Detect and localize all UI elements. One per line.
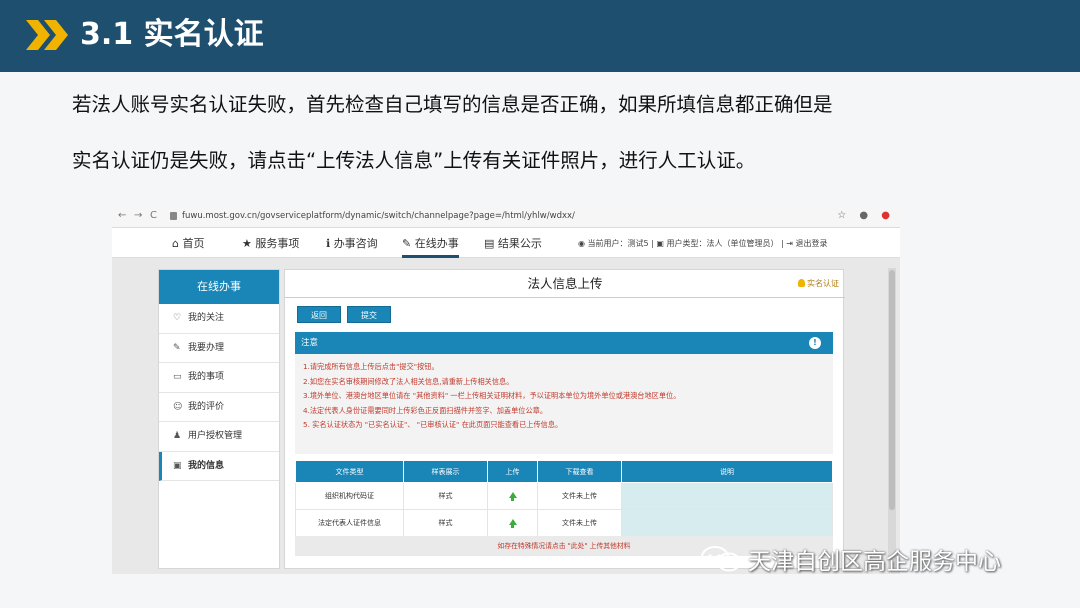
address-bar: ← → C fuwu.most.gov.cn/govserviceplatfor… <box>112 206 900 228</box>
info-circle-icon[interactable]: ! <box>809 337 821 349</box>
home-icon: ⌂ <box>172 237 179 250</box>
file-type-cell: 组织机构代码证 <box>295 482 404 510</box>
sidebar-header: 在线办事 <box>159 270 279 304</box>
close-icon[interactable]: ● <box>881 210 890 221</box>
sample-link[interactable]: 样式 <box>403 509 488 537</box>
notice-body: 1.请完成所有信息上传后点击"提交"按钮。 2.如您在实名审核期间修改了法人相关… <box>295 354 833 454</box>
upload-arrow-icon[interactable] <box>508 492 517 501</box>
documents-table: 文件类型 样表展示 上传 下载查看 说明 组织机构代码证 样式 文件未上传 法定… <box>295 460 833 537</box>
url-text[interactable]: fuwu.most.gov.cn/govserviceplatform/dyna… <box>182 211 575 221</box>
submit-button[interactable]: 提交 <box>347 306 391 323</box>
lightbulb-icon <box>798 279 805 287</box>
nav-item-online[interactable]: ✎ 在线办事 <box>402 235 459 258</box>
watermark-text: 天津自创区高企服务中心 <box>748 549 1001 575</box>
note-cell <box>621 482 833 510</box>
nav-item-services[interactable]: ★ 服务事项 <box>242 235 299 251</box>
note-cell <box>621 509 833 537</box>
site-nav: ⌂ 首页 ★ 服务事项 ℹ 办事咨询 ✎ 在线办事 ▤ 结果公示 ◉ 当前用户：… <box>112 228 900 258</box>
instruction-line-1: 若法人账号实名认证失败，首先检查自己填写的信息是否正确，如果所填信息都正确但是 <box>72 93 833 116</box>
book-icon: ▤ <box>484 237 495 250</box>
notice-line: 2.如您在实名审核期间修改了法人相关信息,请重新上传相关信息。 <box>303 376 514 386</box>
forward-icon[interactable]: → <box>134 210 142 221</box>
heart-icon: ♡ <box>173 313 182 323</box>
sidebar: 在线办事 ♡ 我的关注 ✎ 我要办理 ▭ 我的事项 ☺ 我的评价 ♟ 用户授权管理 ▣ 我的… <box>158 269 280 569</box>
star-icon: ★ <box>242 237 252 250</box>
scrollbar[interactable] <box>888 268 896 568</box>
notice-line: 5. 实名认证状态为 "已实名认证"、 "已审核认证" 在此页面只能查看已上传信… <box>303 420 563 429</box>
nav-item-consult[interactable]: ℹ 办事咨询 <box>326 235 378 251</box>
sidebar-item-matters[interactable]: ▭ 我的事项 <box>159 363 279 393</box>
file-type-cell: 法定代表人证件信息 <box>295 509 404 537</box>
notice-line: 3.境外单位、港澳台地区单位请在 "其他资料" 一栏上传相关证明材料，予以证明本… <box>303 391 681 400</box>
download-status: 文件未上传 <box>537 482 622 510</box>
back-button[interactable]: 返回 <box>297 306 341 323</box>
info-icon: ℹ <box>326 237 331 250</box>
upload-arrow-icon[interactable] <box>508 519 517 528</box>
download-status: 文件未上传 <box>537 509 622 537</box>
notice-line: 4.法定代表人身份证需要同时上传彩色正反面扫描件并签字、加盖单位公章。 <box>303 405 548 415</box>
page-area: 在线办事 ♡ 我的关注 ✎ 我要办理 ▭ 我的事项 ☺ 我的评价 ♟ 用户授权管理 ▣ 我的… <box>112 258 900 574</box>
breadcrumb[interactable]: 实名认证 <box>798 278 839 289</box>
back-icon[interactable]: ← <box>118 210 126 221</box>
bookmark-star-icon[interactable]: ☆ <box>837 210 846 221</box>
id-card-icon: ▣ <box>173 460 182 471</box>
column-header: 样表展示 <box>403 460 488 483</box>
browser-window: ← → C fuwu.most.gov.cn/govserviceplatfor… <box>112 206 900 574</box>
page-title: 法人信息上传 <box>285 270 845 298</box>
user-info[interactable]: ◉ 当前用户：测试5 | ▣ 用户类型：法人（单位管理员） | ⇥ 退出登录 <box>578 238 828 249</box>
instruction-line-2: 实名认证仍是失败，请点击“上传法人信息”上传有关证件照片，进行人工认证。 <box>72 149 756 172</box>
column-header: 下载查看 <box>537 460 622 483</box>
user-add-icon: ♟ <box>173 431 182 441</box>
profile-icon[interactable]: ● <box>859 210 868 221</box>
main-panel: 法人信息上传 实名认证 返回 提交 注意 ! 1.请完成所有信息上传后点击"提交… <box>284 269 845 569</box>
double-chevron-icon <box>26 20 68 50</box>
wrench-icon: ✎ <box>173 342 181 353</box>
sidebar-item-my-info[interactable]: ▣ 我的信息 <box>159 451 279 481</box>
pencil-icon: ✎ <box>402 237 412 250</box>
sidebar-item-handle[interactable]: ✎ 我要办理 <box>159 334 279 363</box>
column-header: 上传 <box>487 460 538 483</box>
folder-icon: ▭ <box>173 372 182 382</box>
upload-cell[interactable] <box>487 482 538 510</box>
nav-item-home[interactable]: ⌂ 首页 <box>172 235 204 251</box>
nav-item-results[interactable]: ▤ 结果公示 <box>484 235 542 251</box>
sidebar-item-follow[interactable]: ♡ 我的关注 <box>159 304 279 334</box>
smile-icon: ☺ <box>173 401 183 412</box>
sidebar-item-auth[interactable]: ♟ 用户授权管理 <box>159 422 279 452</box>
slide-title: 3.1 实名认证 <box>80 17 264 52</box>
column-header: 说明 <box>621 460 833 483</box>
upload-cell[interactable] <box>487 509 538 537</box>
table-row: 组织机构代码证 样式 文件未上传 <box>295 482 833 510</box>
reload-icon[interactable]: C <box>150 210 157 221</box>
column-header: 文件类型 <box>295 460 404 483</box>
scrollbar-thumb[interactable] <box>889 270 895 510</box>
notice-line: 1.请完成所有信息上传后点击"提交"按钮。 <box>303 362 439 371</box>
notice-header: 注意 ! <box>295 332 833 354</box>
sample-link[interactable]: 样式 <box>403 482 488 510</box>
lock-icon <box>170 212 177 220</box>
wechat-logo-icon <box>701 546 741 572</box>
sidebar-item-reviews[interactable]: ☺ 我的评价 <box>159 393 279 422</box>
slide-header: 3.1 实名认证 <box>0 0 1080 72</box>
table-row: 法定代表人证件信息 样式 文件未上传 <box>295 509 833 537</box>
